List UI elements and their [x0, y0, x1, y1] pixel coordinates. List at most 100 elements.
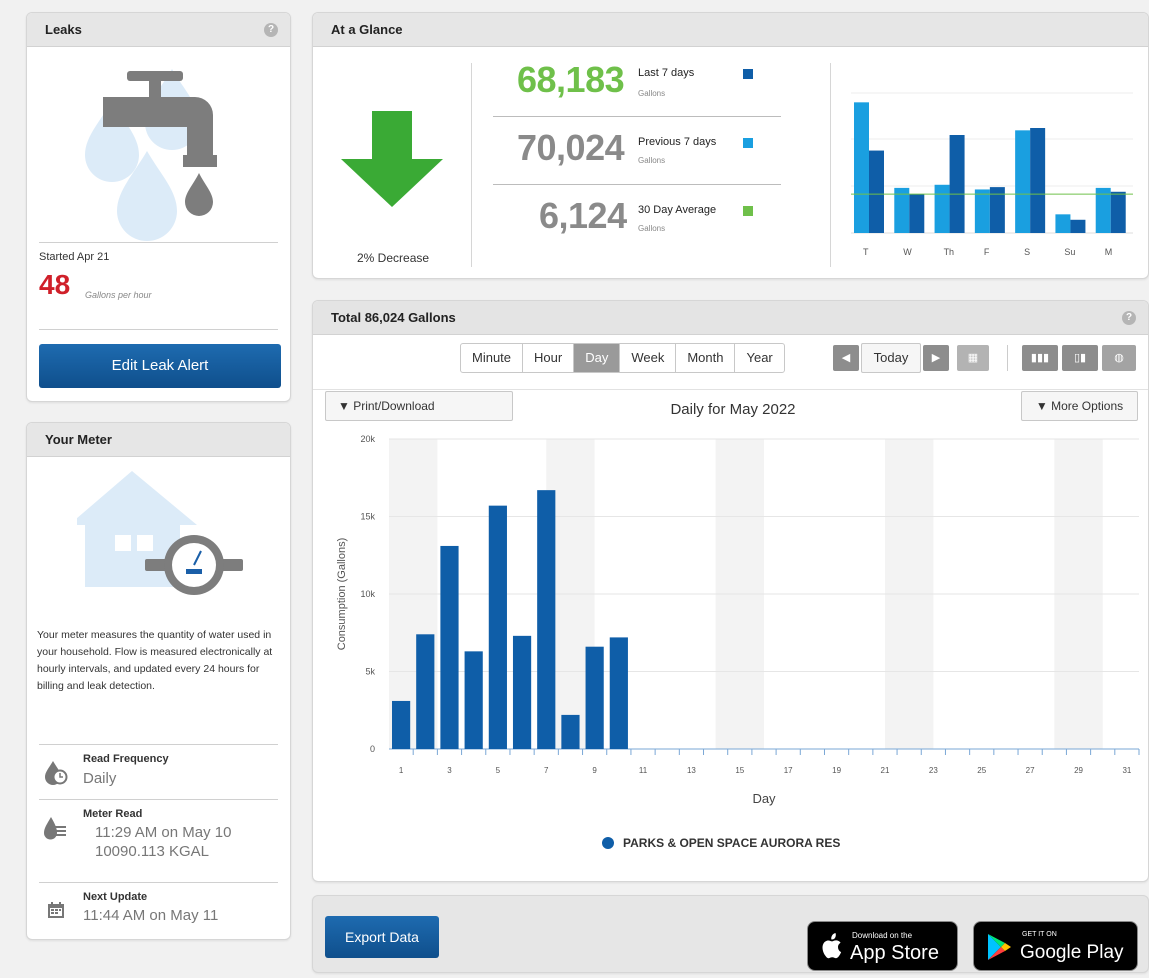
prev7-swatch	[743, 138, 753, 148]
mini-x-tick-label: F	[984, 247, 990, 257]
prev7-label: Previous 7 days	[638, 136, 717, 148]
total-panel-header: Total 86,024 Gallons ?	[313, 301, 1148, 335]
meter-read-value: 10090.113 KGAL	[95, 843, 209, 860]
x-tick-label: 15	[735, 766, 744, 775]
leaks-panel: Leaks ? Started Apr 21 48 Gallons per ho…	[26, 12, 291, 402]
leak-start-date: Started Apr 21	[39, 251, 110, 263]
y-axis-label: Consumption (Gallons)	[336, 538, 348, 651]
help-icon[interactable]: ?	[264, 23, 278, 37]
mini-bar	[909, 194, 925, 233]
more-options-button[interactable]: ▼ More Options	[1021, 391, 1138, 421]
x-axis-label: Day	[752, 791, 776, 806]
mini-x-tick-label: T	[863, 247, 869, 257]
y-tick-label: 0	[370, 744, 375, 754]
next-update-label: Next Update	[83, 891, 148, 903]
mini-bar	[854, 102, 869, 233]
prev7-value: 70,024	[517, 127, 625, 168]
day-bar	[440, 545, 459, 749]
x-tick-label: 23	[929, 766, 938, 775]
apple-icon	[822, 933, 842, 959]
mini-bar	[1030, 128, 1046, 233]
mini-bar	[934, 184, 950, 233]
read-frequency-value: Daily	[83, 770, 117, 787]
read-frequency-label: Read Frequency	[83, 753, 169, 765]
total-panel: Total 86,024 Gallons ? Minute Hour Day W…	[312, 300, 1149, 882]
mini-bar	[869, 150, 884, 233]
app-store-button[interactable]: Download on the App Store	[807, 921, 958, 971]
x-tick-label: 11	[639, 766, 648, 775]
period-minute[interactable]: Minute	[461, 344, 524, 372]
mini-x-tick-label: M	[1105, 247, 1113, 257]
meter-panel-header: Your Meter	[27, 423, 290, 457]
x-tick-label: 3	[447, 766, 452, 775]
read-frequency-icon	[43, 759, 69, 790]
period-week[interactable]: Week	[620, 344, 677, 372]
today-button[interactable]: Today	[861, 343, 921, 373]
google-play-button[interactable]: GET IT ON Google Play	[973, 921, 1138, 971]
glance-panel: At a Glance 2% Decrease 68,183 Last 7 da…	[312, 12, 1149, 279]
avg-value: 6,124	[539, 195, 627, 236]
last7-value: 68,183	[517, 59, 625, 100]
mini-bar	[1110, 191, 1126, 233]
weekly-comparison-chart: T W Th F S Su M	[851, 92, 1133, 257]
print-download-button[interactable]: ▼ Print/Download	[325, 391, 513, 421]
mini-bar	[1095, 187, 1111, 233]
meter-read-label: Meter Read	[83, 808, 143, 820]
x-tick-label: 25	[977, 766, 986, 775]
avg-label: 30 Day Average	[638, 204, 717, 216]
meter-description: Your meter measures the quantity of wate…	[37, 629, 273, 692]
x-tick-label: 7	[544, 766, 549, 775]
google-play-icon	[988, 934, 1011, 960]
compare-view-icon[interactable]: ▯▮	[1062, 345, 1098, 371]
glance-panel-header: At a Glance	[313, 13, 1148, 47]
app-store-big-label: App Store	[850, 942, 939, 964]
period-month[interactable]: Month	[676, 344, 736, 372]
mini-bar	[1070, 219, 1086, 233]
mini-x-tick-label: Su	[1064, 247, 1075, 257]
chart-title: Daily for May 2022	[670, 401, 796, 418]
last7-label: Last 7 days	[638, 67, 695, 79]
bar-chart-view-icon[interactable]: ▮▮▮	[1022, 345, 1058, 371]
weather-overlay-icon[interactable]: ◍	[1102, 345, 1136, 371]
legend-swatch	[602, 837, 614, 849]
day-bar	[416, 634, 435, 749]
prev7-unit: Gallons	[638, 156, 666, 165]
meter-title: Your Meter	[45, 432, 112, 447]
day-bar	[512, 635, 532, 749]
period-selector: Minute Hour Day Week Month Year	[460, 343, 785, 373]
next-period-button[interactable]: ▶	[923, 345, 949, 371]
edit-leak-alert-button[interactable]: Edit Leak Alert	[39, 344, 281, 388]
period-year[interactable]: Year	[735, 344, 783, 372]
calendar-picker-icon[interactable]: ▦	[957, 345, 989, 371]
avg-unit: Gallons	[638, 224, 666, 233]
x-tick-label: 13	[687, 766, 696, 775]
help-icon[interactable]: ?	[1122, 311, 1136, 325]
mini-x-tick-label: S	[1024, 247, 1030, 257]
mini-bar	[1055, 214, 1071, 233]
change-text: 2% Decrease	[357, 251, 430, 265]
mini-bar	[974, 189, 990, 233]
decrease-arrow-icon	[341, 111, 443, 212]
y-tick-label: 5k	[365, 667, 375, 677]
day-bar	[585, 646, 604, 749]
glance-title: At a Glance	[331, 22, 403, 37]
faucet-leak-icon	[67, 61, 257, 241]
meter-read-time: 11:29 AM on May 10	[95, 824, 232, 841]
avg-swatch	[743, 206, 753, 216]
day-bar	[609, 637, 628, 749]
legend-label: PARKS & OPEN SPACE AURORA RES	[623, 836, 840, 850]
x-tick-label: 29	[1074, 766, 1083, 775]
prev-period-button[interactable]: ◀	[833, 345, 859, 371]
export-data-button[interactable]: Export Data	[325, 916, 439, 958]
day-bar	[464, 651, 483, 749]
period-day[interactable]: Day	[574, 344, 621, 372]
meter-read-icon	[43, 815, 69, 846]
period-hour[interactable]: Hour	[523, 344, 575, 372]
google-play-big-label: Google Play	[1020, 942, 1124, 963]
x-tick-label: 5	[496, 766, 501, 775]
x-tick-label: 1	[399, 766, 404, 775]
x-tick-label: 9	[592, 766, 597, 775]
daily-consumption-chart: 05k10k15k20k1 3 5 7 9 11 13 15 17 19 21 23 25 27 29 31D…	[336, 434, 1140, 850]
total-title: Total 86,024 Gallons	[331, 310, 456, 325]
mini-x-tick-label: W	[903, 247, 912, 257]
